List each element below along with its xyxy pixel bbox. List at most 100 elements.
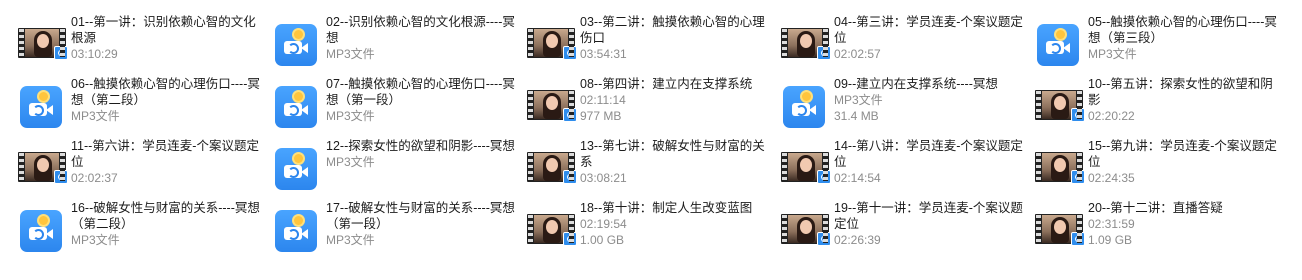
file-item[interactable]: 05--触摸依赖心智的心理伤口----冥想（第三段） MP3文件: [1035, 14, 1285, 68]
mp3-file-icon: [1035, 22, 1083, 66]
file-type: MP3文件: [326, 109, 375, 123]
video-thumbnail-icon: [527, 146, 577, 184]
file-name: 14--第八讲：学员连麦-个案议题定位: [834, 139, 1023, 169]
video-thumbnail-icon: [781, 22, 831, 60]
file-item[interactable]: 14--第八讲：学员连麦-个案议题定位 02:14:54: [781, 138, 1031, 192]
file-text: 04--第三讲：学员连麦-个案议题定位 02:02:57: [834, 14, 1029, 62]
file-size: 1.00 GB: [580, 233, 625, 247]
file-name: 03--第二讲：触摸依赖心智的心理伤口: [580, 15, 765, 45]
file-name: 15--第九讲：学员连麦-个案议题定位: [1088, 139, 1277, 169]
file-duration: 02:24:35: [1088, 171, 1135, 185]
file-item[interactable]: 17--破解女性与财富的关系----冥想（第一段） MP3文件: [273, 200, 523, 254]
mp3-file-icon: [273, 22, 321, 66]
video-thumbnail-icon: [527, 84, 577, 122]
file-item[interactable]: 20--第十二讲：直播答疑 02:31:59 1.09 GB: [1035, 200, 1285, 254]
mp3-file-icon: [18, 208, 66, 252]
video-thumbnail-icon: [527, 22, 577, 60]
video-thumbnail-icon: [18, 146, 68, 184]
file-item[interactable]: 15--第九讲：学员连麦-个案议题定位 02:24:35: [1035, 138, 1285, 192]
file-item[interactable]: 08--第四讲：建立内在支撑系统 02:11:14 977 MB: [527, 76, 777, 130]
file-item[interactable]: 19--第十一讲：学员连麦-个案议题定位 02:26:39: [781, 200, 1031, 254]
file-text: 01--第一讲：识别依赖心智的文化根源 03:10:29: [71, 14, 266, 62]
file-duration: 02:20:22: [1088, 109, 1135, 123]
file-type: MP3文件: [71, 233, 120, 247]
file-duration: 02:19:54: [580, 217, 627, 231]
file-text: 07--触摸依赖心智的心理伤口----冥想（第一段） MP3文件: [326, 76, 521, 124]
file-item[interactable]: 01--第一讲：识别依赖心智的文化根源 03:10:29: [18, 14, 268, 68]
file-item[interactable]: 03--第二讲：触摸依赖心智的心理伤口 03:54:31: [527, 14, 777, 68]
sync-status-icon: [563, 46, 577, 60]
file-type: MP3文件: [326, 155, 375, 169]
file-name: 11--第六讲：学员连麦-个案议题定位: [71, 139, 259, 169]
file-item[interactable]: 04--第三讲：学员连麦-个案议题定位 02:02:57: [781, 14, 1031, 68]
file-name: 07--触摸依赖心智的心理伤口----冥想（第一段）: [326, 77, 515, 107]
mp3-file-icon: [273, 208, 321, 252]
sync-status-icon: [563, 108, 577, 122]
file-item[interactable]: 13--第七讲：破解女性与财富的关系 03:08:21: [527, 138, 777, 192]
file-size: 1.09 GB: [1088, 233, 1133, 247]
file-name: 13--第七讲：破解女性与财富的关系: [580, 139, 765, 169]
file-type: MP3文件: [1088, 47, 1137, 61]
file-duration: 02:31:59: [1088, 217, 1135, 231]
sync-status-icon: [1071, 232, 1085, 246]
file-name: 04--第三讲：学员连麦-个案议题定位: [834, 15, 1023, 45]
file-name: 06--触摸依赖心智的心理伤口----冥想（第二段）: [71, 77, 260, 107]
video-thumbnail-icon: [18, 22, 68, 60]
sync-status-icon: [563, 232, 577, 246]
file-text: 08--第四讲：建立内在支撑系统 02:11:14 977 MB: [580, 76, 775, 124]
file-text: 06--触摸依赖心智的心理伤口----冥想（第二段） MP3文件: [71, 76, 266, 124]
file-text: 16--破解女性与财富的关系----冥想（第二段） MP3文件: [71, 200, 266, 248]
file-name: 19--第十一讲：学员连麦-个案议题定位: [834, 201, 1023, 231]
file-item[interactable]: 18--第十讲：制定人生改变蓝图 02:19:54 1.00 GB: [527, 200, 777, 254]
file-text: 02--识别依赖心智的文化根源----冥想 MP3文件: [326, 14, 521, 62]
file-name: 02--识别依赖心智的文化根源----冥想: [326, 15, 515, 45]
file-text: 09--建立内在支撑系统----冥想 MP3文件 31.4 MB: [834, 76, 1029, 124]
sync-status-icon: [563, 170, 577, 184]
sync-status-icon: [1071, 170, 1085, 184]
file-name: 05--触摸依赖心智的心理伤口----冥想（第三段）: [1088, 15, 1277, 45]
sync-status-icon: [817, 232, 831, 246]
file-name: 18--第十讲：制定人生改变蓝图: [580, 201, 753, 215]
video-thumbnail-icon: [781, 208, 831, 246]
mp3-file-icon: [273, 146, 321, 190]
file-text: 13--第七讲：破解女性与财富的关系 03:08:21: [580, 138, 775, 186]
file-duration: 02:11:14: [580, 93, 626, 107]
file-text: 11--第六讲：学员连麦-个案议题定位 02:02:37: [71, 138, 266, 186]
file-item[interactable]: 09--建立内在支撑系统----冥想 MP3文件 31.4 MB: [781, 76, 1031, 130]
file-item[interactable]: 16--破解女性与财富的关系----冥想（第二段） MP3文件: [18, 200, 268, 254]
file-text: 12--探索女性的欲望和阴影----冥想 MP3文件: [326, 138, 521, 170]
file-name: 12--探索女性的欲望和阴影----冥想: [326, 139, 515, 153]
file-item[interactable]: 10--第五讲：探索女性的欲望和阴影 02:20:22: [1035, 76, 1285, 130]
file-text: 03--第二讲：触摸依赖心智的心理伤口 03:54:31: [580, 14, 775, 62]
file-duration: 02:26:39: [834, 233, 881, 247]
file-text: 17--破解女性与财富的关系----冥想（第一段） MP3文件: [326, 200, 521, 248]
file-duration: 03:10:29: [71, 47, 118, 61]
file-type: MP3文件: [834, 93, 883, 107]
sync-status-icon: [817, 170, 831, 184]
file-name: 08--第四讲：建立内在支撑系统: [580, 77, 753, 91]
file-name: 01--第一讲：识别依赖心智的文化根源: [71, 15, 256, 45]
file-item[interactable]: 02--识别依赖心智的文化根源----冥想 MP3文件: [273, 14, 523, 68]
file-text: 05--触摸依赖心智的心理伤口----冥想（第三段） MP3文件: [1088, 14, 1283, 62]
file-duration: 03:08:21: [580, 171, 627, 185]
file-name: 16--破解女性与财富的关系----冥想（第二段）: [71, 201, 260, 231]
sync-status-icon: [1071, 108, 1085, 122]
file-text: 20--第十二讲：直播答疑 02:31:59 1.09 GB: [1088, 200, 1283, 248]
mp3-file-icon: [273, 84, 321, 128]
file-text: 18--第十讲：制定人生改变蓝图 02:19:54 1.00 GB: [580, 200, 775, 248]
file-text: 14--第八讲：学员连麦-个案议题定位 02:14:54: [834, 138, 1029, 186]
file-name: 09--建立内在支撑系统----冥想: [834, 77, 998, 91]
file-duration: 02:02:57: [834, 47, 881, 61]
mp3-file-icon: [18, 84, 66, 128]
sync-status-icon: [54, 170, 68, 184]
file-item[interactable]: 12--探索女性的欲望和阴影----冥想 MP3文件: [273, 138, 523, 192]
file-type: MP3文件: [326, 47, 375, 61]
video-thumbnail-icon: [1035, 146, 1085, 184]
file-item[interactable]: 11--第六讲：学员连麦-个案议题定位 02:02:37: [18, 138, 268, 192]
video-thumbnail-icon: [781, 146, 831, 184]
file-size: 977 MB: [580, 109, 622, 123]
file-item[interactable]: 07--触摸依赖心智的心理伤口----冥想（第一段） MP3文件: [273, 76, 523, 130]
file-duration: 02:02:37: [71, 171, 118, 185]
file-item[interactable]: 06--触摸依赖心智的心理伤口----冥想（第二段） MP3文件: [18, 76, 268, 130]
file-grid: 01--第一讲：识别依赖心智的文化根源 03:10:29 02--识别依赖心智的文化…: [0, 0, 1302, 280]
